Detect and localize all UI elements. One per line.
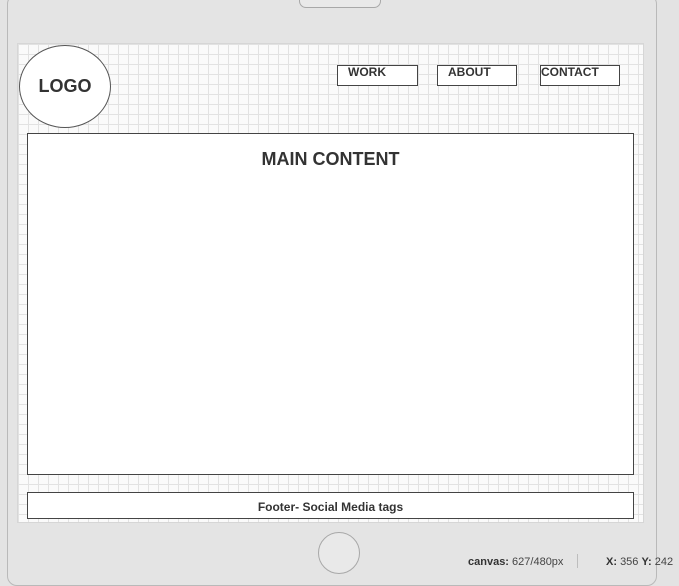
nav-about-label: ABOUT (448, 65, 491, 79)
logo-placeholder[interactable]: LOGO (19, 45, 111, 128)
nav-work-button[interactable]: WORK (337, 65, 418, 86)
device-speaker (299, 0, 381, 8)
main-content-title: MAIN CONTENT (261, 149, 400, 169)
footer-text: Footer- Social Media tags (257, 499, 404, 514)
logo-text: LOGO (38, 76, 92, 96)
y-value: 242 (654, 556, 674, 568)
x-value: 356 (620, 556, 639, 568)
wireframe-canvas[interactable]: LOGO WORK ABOUT CONTACT MAIN CONTENT Foo… (17, 43, 644, 523)
footer-box[interactable]: Footer- Social Media tags (27, 492, 634, 519)
status-divider (577, 554, 578, 568)
canvas-size-readout: canvas: 627/480px (468, 556, 563, 568)
nav-contact-label: CONTACT (541, 65, 599, 79)
canvas-size-label: canvas: (468, 556, 509, 568)
nav-contact-button[interactable]: CONTACT (540, 65, 620, 86)
main-content-box[interactable]: MAIN CONTENT (27, 133, 634, 475)
nav-work-label: WORK (348, 65, 386, 79)
x-label: X: (606, 556, 617, 568)
y-label: Y: (641, 556, 652, 568)
device-home-button (318, 532, 360, 574)
canvas-size-value: 627/480px (512, 556, 564, 568)
cursor-coordinates: X: 356 Y: 242 (606, 556, 673, 568)
nav-about-button[interactable]: ABOUT (437, 65, 517, 86)
